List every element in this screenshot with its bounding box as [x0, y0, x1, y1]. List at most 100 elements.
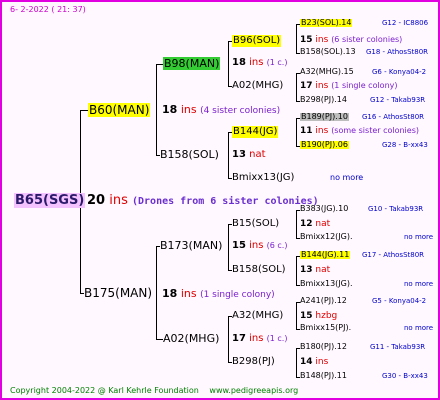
gen3-insemination: 15 ins (6 sister colonies) [300, 36, 402, 45]
gen4-queen[interactable]: B189(PJ).10 [300, 113, 349, 121]
gen4-queen[interactable]: Bmixx12(JG). [300, 233, 353, 241]
connector [228, 41, 229, 86]
gen4-lineage: G6 - Konya04-2 [372, 68, 427, 76]
gen4-queen[interactable]: B383(JG).10 [300, 205, 348, 213]
root-insemination: 20 ins (Drones from 6 sister colonies) [87, 194, 319, 207]
gen1-insemination: 18 ins (4 sister colonies) [162, 104, 280, 116]
connector [296, 210, 297, 238]
ins: ins [315, 126, 329, 136]
gen4-lineage: G10 - Takab93R [368, 205, 424, 213]
gen1-insemination: 18 ins (1 single colony) [162, 288, 275, 300]
note: (1 single colony) [200, 290, 275, 300]
note: (some sister colonies) [331, 126, 419, 135]
gen3-queen[interactable]: B298(PJ) [232, 357, 275, 367]
ins: ins [180, 287, 197, 300]
count: 13 [300, 265, 313, 275]
gen3-queen[interactable]: B15(SOL) [232, 219, 279, 229]
gen4-queen[interactable]: Bmixx13(JG). [300, 280, 353, 288]
ins: ins [315, 357, 329, 367]
gen3-queen[interactable]: Bmixx13(JG) [232, 173, 294, 183]
pedigree-chart: 6- 2-2022 ( 21: 37) B65(SGS) 20 ins (Dro… [0, 0, 440, 400]
count: 18 [162, 103, 178, 116]
ins: ins [249, 333, 264, 344]
gen2-insemination: 15 ins (6 c.) [232, 241, 287, 251]
count: 17 [300, 81, 313, 91]
gen4-queen[interactable]: B190(PJ).06 [300, 141, 349, 149]
ins: nat [315, 219, 331, 229]
gen4-lineage: G12 - Takab93R [370, 96, 426, 104]
gen4-queen[interactable]: B158(SOL).13 [300, 48, 356, 56]
ins: ins [180, 103, 197, 116]
ins: ins [315, 35, 329, 45]
gen4-queen[interactable]: Bmixx15(PJ). [300, 324, 351, 332]
root-count: 20 [87, 193, 106, 208]
count: 11 [300, 126, 313, 136]
gen2-queen[interactable]: A02(MHG) [163, 333, 219, 344]
gen1-queen[interactable]: B175(MAN) [84, 287, 152, 299]
gen4-lineage: G28 - B-xx43 [382, 141, 428, 149]
gen4-queen[interactable]: B148(PJ).11 [300, 372, 347, 380]
count: 15 [300, 311, 313, 321]
gen4-lineage: G11 - Takab93R [370, 343, 426, 351]
gen4-queen[interactable]: B144(JG).11 [300, 251, 351, 259]
gen2-queen[interactable]: B158(SOL) [160, 149, 219, 160]
gen4-queen[interactable]: B298(PJ).14 [300, 96, 347, 104]
gen3-queen[interactable]: A02(MHG) [232, 81, 283, 91]
gen4-lineage: no more [404, 324, 434, 332]
gen2-insemination: 13 nat [232, 150, 266, 160]
copyright-text: Copyright 2004-2022 @ Karl Kehrle Founda… [10, 386, 199, 395]
gen3-insemination: 15 hzbg [300, 312, 337, 321]
gen2-insemination: 18 ins (1 c.) [232, 58, 287, 68]
root-ins: ins [109, 193, 128, 208]
note: (6 sister colonies) [331, 35, 403, 44]
count: 12 [300, 219, 313, 229]
connector [296, 118, 297, 146]
gen3-queen[interactable]: B158(SOL) [232, 265, 286, 275]
gen2-queen[interactable]: B173(MAN) [160, 240, 222, 251]
site-link[interactable]: www.pedigreeapis.org [209, 386, 298, 395]
gen4-queen[interactable]: A32(MHG).15 [300, 68, 354, 76]
count: 15 [232, 240, 246, 251]
note: (1 c.) [266, 334, 288, 343]
footer: Copyright 2004-2022 @ Karl Kehrle Founda… [10, 387, 298, 395]
gen3-insemination: 17 ins (1 single colony) [300, 82, 398, 91]
gen4-lineage: G30 - B-xx43 [382, 372, 428, 380]
note: (1 c.) [266, 58, 288, 67]
count: 14 [300, 357, 313, 367]
gen3-queen[interactable]: B96(SOL) [232, 35, 282, 47]
gen1-queen[interactable]: B60(MAN) [88, 103, 151, 117]
gen3-queen[interactable]: B144(JG) [232, 126, 279, 138]
ins: ins [249, 57, 264, 68]
gen4-lineage: no more [404, 233, 434, 241]
gen4-queen[interactable]: A241(PJ).12 [300, 297, 347, 305]
gen4-lineage: G5 - Konya04-2 [372, 297, 427, 305]
note: (4 sister colonies) [200, 106, 281, 116]
gen2-insemination: 17 ins (1 c.) [232, 334, 287, 344]
gen3-insemination: 11 ins (some sister colonies) [300, 127, 419, 136]
connector [296, 348, 297, 377]
connector [156, 64, 163, 65]
count: 15 [300, 35, 313, 45]
gen3-queen[interactable]: A32(MHG) [232, 311, 283, 321]
root-note: (Drones from 6 sister colonies) [132, 196, 319, 207]
note: (6 c.) [266, 241, 288, 250]
gen4-lineage: G16 - AthosSt80R [362, 113, 425, 121]
ins: ins [315, 81, 329, 91]
count: 13 [232, 149, 246, 160]
gen4-queen[interactable]: B180(PJ).12 [300, 343, 347, 351]
gen3-insemination: 13 nat [300, 266, 330, 275]
connector [80, 110, 88, 111]
ins: nat [249, 149, 266, 160]
connector [156, 339, 163, 340]
gen4-lineage: G18 - AthosSt80R [366, 48, 429, 56]
connector [228, 132, 229, 178]
root-queen[interactable]: B65(SGS) [14, 193, 86, 208]
gen4-lineage: G17 - AthosSt80R [362, 251, 425, 259]
date-stamp: 6- 2-2022 ( 21: 37) [10, 5, 86, 14]
connector [156, 246, 157, 339]
gen4-queen[interactable]: B23(SOL).14 [300, 19, 353, 27]
count: 18 [232, 57, 246, 68]
connector [296, 256, 297, 285]
gen2-queen[interactable]: B98(MAN) [163, 57, 221, 70]
connector [156, 64, 157, 155]
